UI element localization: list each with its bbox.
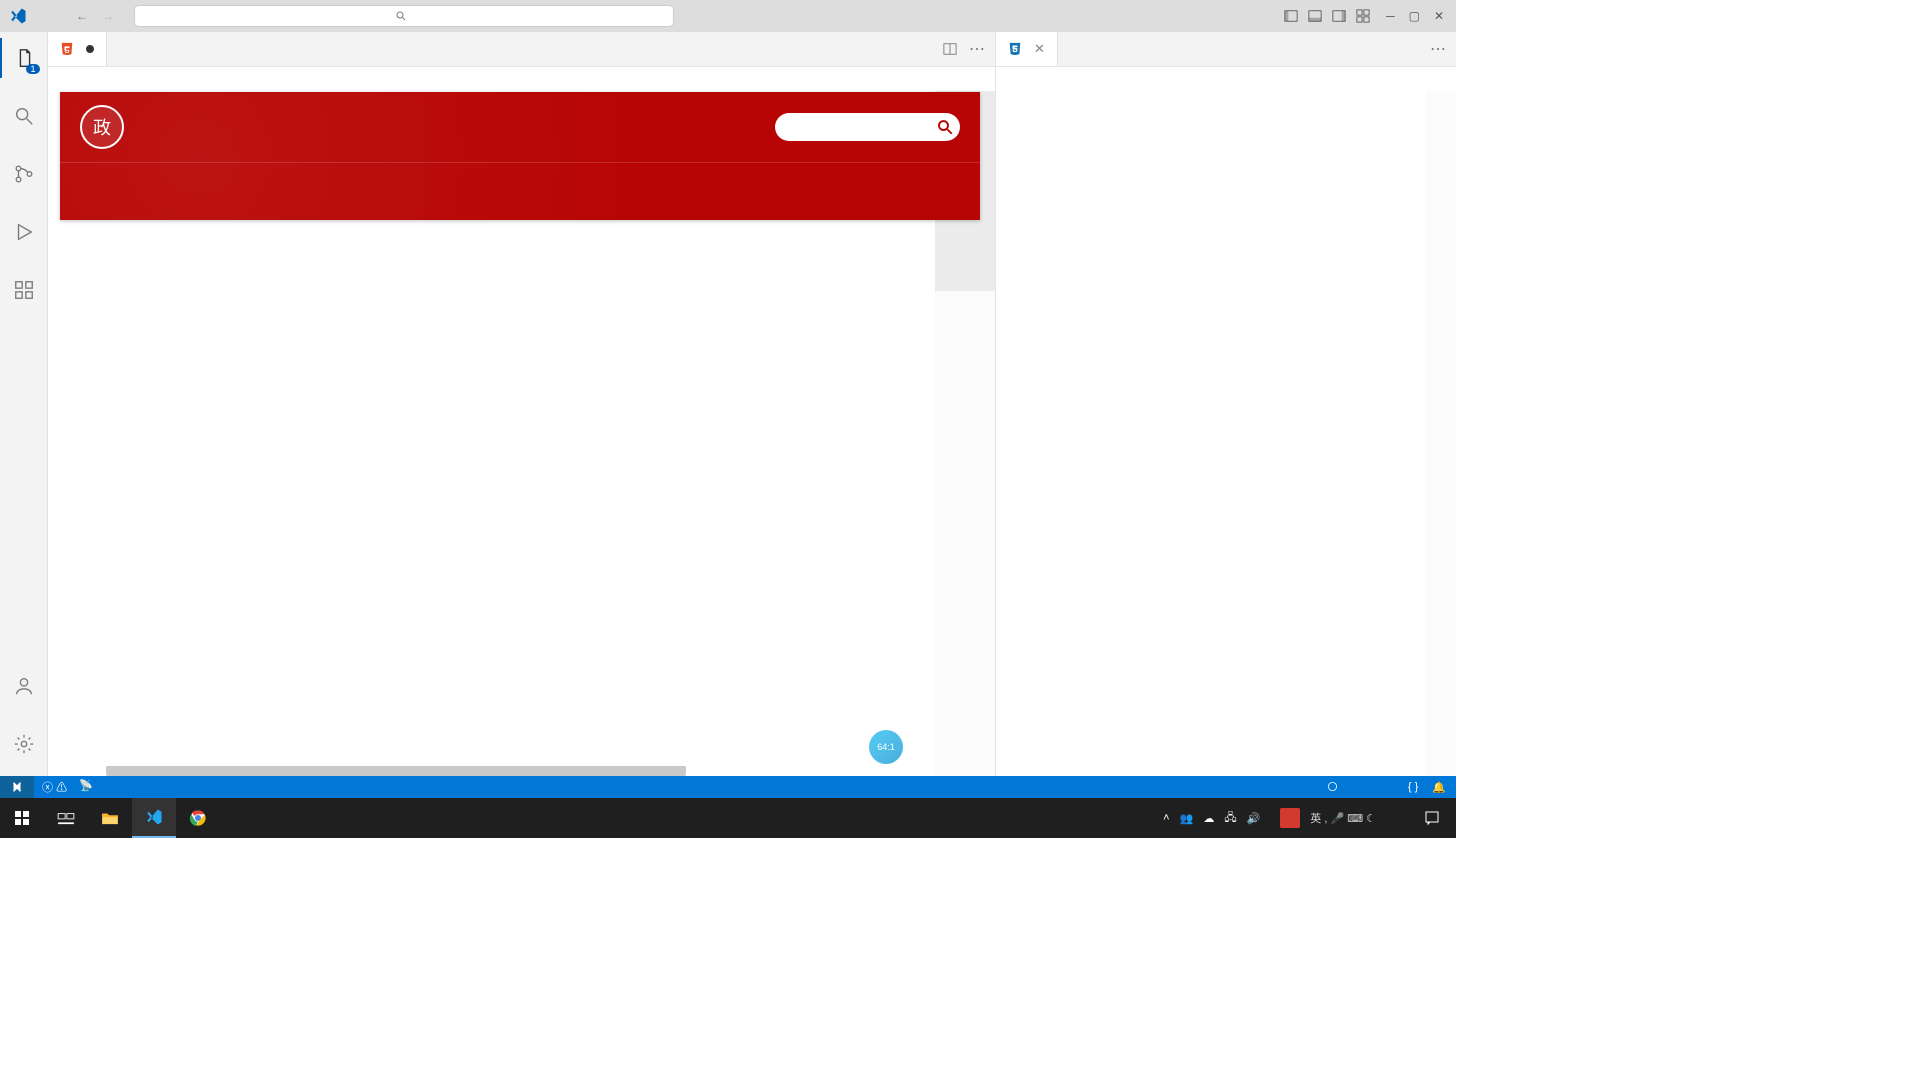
language-mode[interactable]: { } bbox=[1408, 781, 1418, 793]
editor-css[interactable] bbox=[996, 91, 1456, 776]
command-center[interactable] bbox=[134, 5, 674, 27]
close-tab-icon[interactable]: ✕ bbox=[1034, 41, 1045, 57]
more-actions-icon[interactable]: ⋯ bbox=[1430, 39, 1446, 59]
status-bar: ⓧ ⚠ 📡 { } 🔔 bbox=[0, 776, 1456, 798]
run-debug-icon[interactable] bbox=[0, 212, 48, 252]
assistant-badge-icon[interactable]: 64:1 bbox=[869, 730, 903, 764]
tray-volume-icon[interactable]: 🔊 bbox=[1247, 812, 1261, 825]
search-button-icon[interactable] bbox=[936, 118, 954, 136]
breadcrumb-left[interactable] bbox=[48, 67, 995, 91]
layout-customize-icon[interactable] bbox=[1356, 9, 1370, 23]
horizontal-scrollbar[interactable] bbox=[106, 766, 935, 776]
layout-sidebar-right-icon[interactable] bbox=[1332, 9, 1346, 23]
source-control-icon[interactable] bbox=[0, 154, 48, 194]
tray-chevron-icon[interactable]: ˄ bbox=[1163, 812, 1169, 824]
accounts-icon[interactable] bbox=[0, 666, 48, 706]
line-numbers bbox=[996, 91, 1054, 776]
tab-index-html[interactable] bbox=[48, 32, 107, 66]
file-explorer-icon[interactable] bbox=[88, 798, 132, 838]
go-to-line[interactable] bbox=[1327, 781, 1338, 794]
titlebar: ← → ─ ▢ ✕ bbox=[0, 0, 1456, 32]
tray-network-icon[interactable]: 🖧 bbox=[1224, 809, 1236, 828]
explorer-badge: 1 bbox=[26, 64, 39, 74]
main-nav bbox=[60, 162, 980, 212]
chrome-taskbar-icon[interactable] bbox=[176, 798, 220, 838]
vscode-taskbar-icon[interactable] bbox=[132, 798, 176, 838]
start-button[interactable] bbox=[0, 798, 44, 838]
tab-bar-right: ✕ ⋯ bbox=[996, 32, 1456, 67]
minimize-icon[interactable]: ─ bbox=[1386, 9, 1395, 23]
activity-bar: 1 bbox=[0, 32, 48, 776]
problems-status[interactable]: ⓧ ⚠ bbox=[42, 779, 67, 795]
nav-back-icon[interactable]: ← bbox=[76, 9, 88, 23]
css-file-icon bbox=[1008, 42, 1022, 56]
layout-controls bbox=[1284, 9, 1386, 23]
tray-ime-extra[interactable]: 英 , 🎤 ⌨ ☾ bbox=[1310, 810, 1376, 826]
dirty-indicator-icon bbox=[86, 45, 94, 53]
layout-panel-icon[interactable] bbox=[1308, 9, 1322, 23]
remote-indicator-icon[interactable] bbox=[0, 776, 34, 798]
layout-sidebar-left-icon[interactable] bbox=[1284, 9, 1298, 23]
code-content[interactable] bbox=[1054, 91, 1456, 776]
website-header-preview: 政 bbox=[60, 92, 980, 220]
tab-index-css[interactable]: ✕ bbox=[996, 32, 1058, 66]
windows-taskbar: ˄ 👥 ☁ 🖧 🔊 英 , 🎤 ⌨ ☾ bbox=[0, 798, 1456, 838]
close-icon[interactable]: ✕ bbox=[1434, 9, 1444, 23]
minimap[interactable] bbox=[1426, 91, 1456, 776]
vscode-logo-icon bbox=[0, 7, 36, 25]
maximize-icon[interactable]: ▢ bbox=[1409, 9, 1420, 23]
breadcrumb-right[interactable] bbox=[996, 67, 1456, 91]
ime-indicator[interactable] bbox=[1280, 808, 1300, 828]
site-search-input[interactable] bbox=[787, 121, 936, 133]
window-controls: ─ ▢ ✕ bbox=[1386, 9, 1456, 23]
site-logo[interactable]: 政 bbox=[80, 105, 134, 149]
html-file-icon bbox=[60, 42, 74, 56]
extensions-icon[interactable] bbox=[0, 270, 48, 310]
task-view-icon[interactable] bbox=[44, 798, 88, 838]
tab-bar-left: ⋯ bbox=[48, 32, 995, 67]
site-search[interactable] bbox=[775, 113, 960, 141]
tray-people-icon[interactable]: 👥 bbox=[1180, 812, 1194, 825]
editor-group-right: ✕ ⋯ bbox=[996, 32, 1456, 776]
ports-status[interactable]: 📡 bbox=[79, 779, 93, 795]
search-icon[interactable] bbox=[0, 96, 48, 136]
university-seal-icon: 政 bbox=[80, 105, 124, 149]
history-nav: ← → bbox=[76, 9, 114, 23]
explorer-icon[interactable]: 1 bbox=[0, 38, 48, 78]
action-center-icon[interactable] bbox=[1412, 798, 1452, 838]
tray-onedrive-icon[interactable]: ☁ bbox=[1203, 812, 1214, 825]
settings-gear-icon[interactable] bbox=[0, 724, 48, 764]
notifications-icon[interactable]: 🔔 bbox=[1432, 781, 1446, 794]
split-editor-icon[interactable] bbox=[943, 42, 957, 56]
more-actions-icon[interactable]: ⋯ bbox=[969, 39, 985, 59]
nav-forward-icon[interactable]: → bbox=[102, 9, 114, 23]
